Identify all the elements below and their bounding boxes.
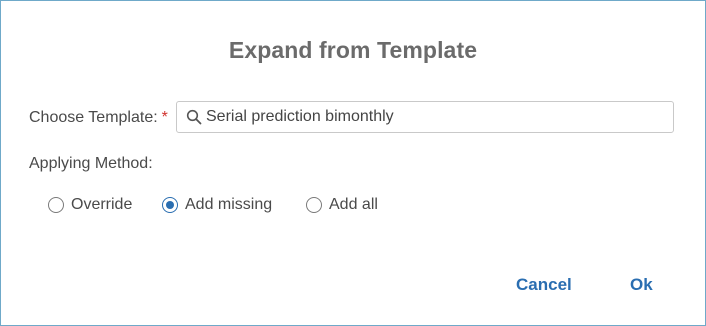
choose-template-label-text: Choose Template: (29, 109, 158, 126)
expand-from-template-dialog: Expand from Template Choose Template:* A… (0, 0, 706, 326)
choose-template-label: Choose Template: * (29, 109, 168, 127)
applying-method-label: Applying Method: (29, 155, 153, 172)
radio-override-label[interactable]: Override (71, 196, 132, 214)
ok-button[interactable]: Ok (630, 275, 653, 295)
radio-override-circle[interactable] (48, 197, 64, 213)
dialog-title: Expand from Template (228, 37, 478, 63)
required-marker: * (161, 109, 168, 126)
radio-selected-dot (166, 201, 174, 209)
cancel-button[interactable]: Cancel (516, 275, 572, 295)
radio-add-missing-label[interactable]: Add missing (185, 196, 272, 214)
template-search-field[interactable] (176, 101, 674, 133)
radio-add-all-circle[interactable] (306, 197, 322, 213)
radio-add-missing-circle[interactable] (162, 197, 178, 213)
search-icon (186, 109, 202, 125)
template-search-input[interactable] (206, 102, 666, 132)
radio-add-all-label[interactable]: Add all (329, 196, 378, 214)
